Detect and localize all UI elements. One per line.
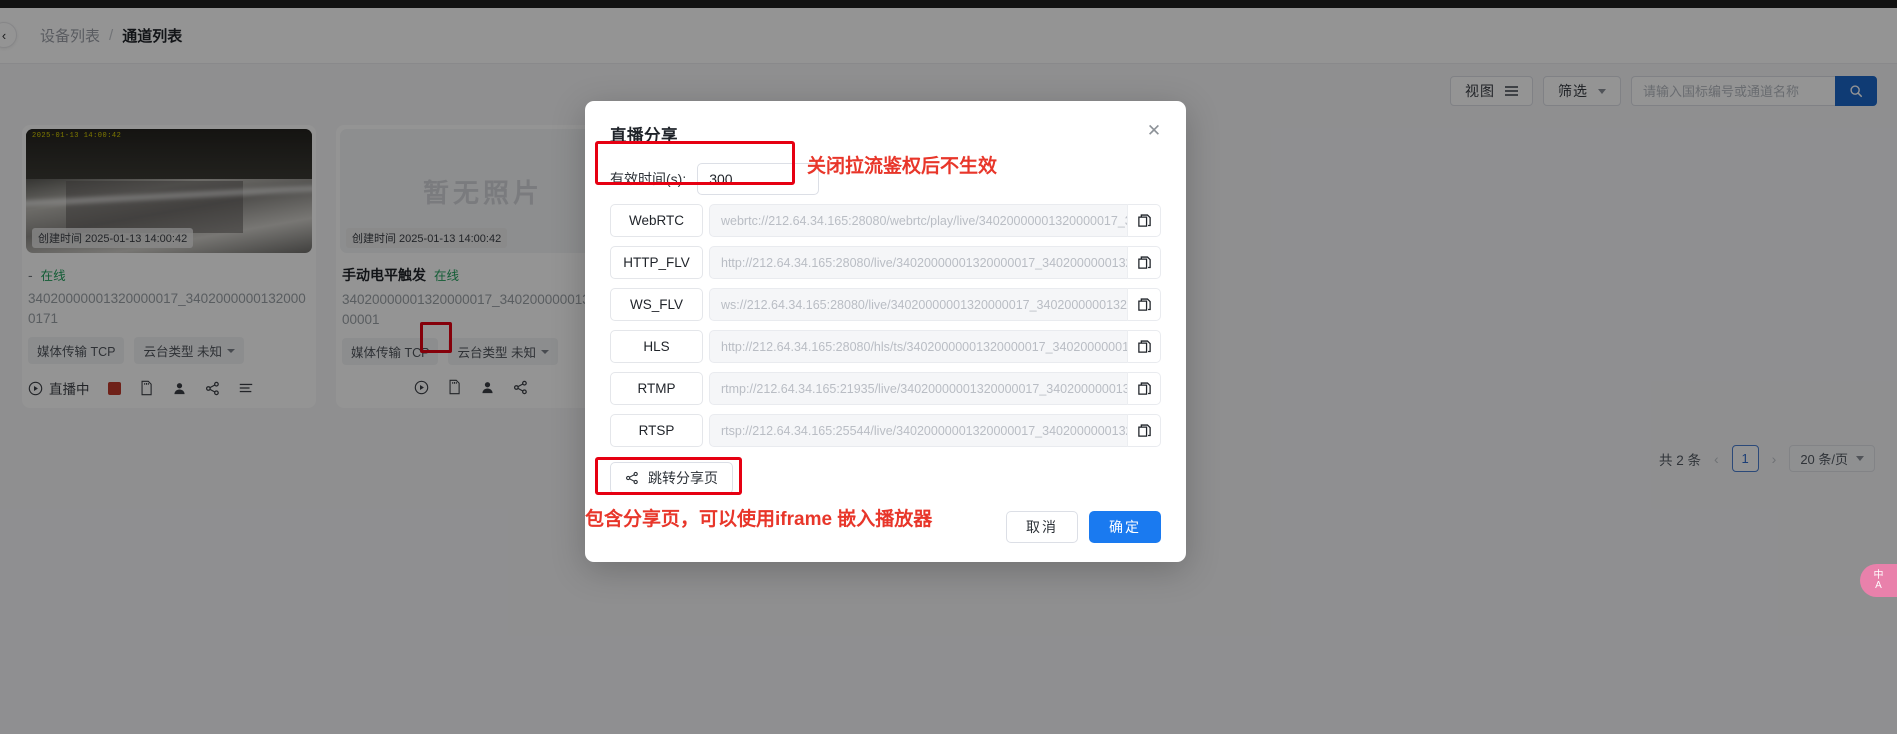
url-row: WebRTC webrtc://212.64.34.165:28080/webr… — [610, 204, 1161, 237]
url-value[interactable]: rtmp://212.64.34.165:21935/live/34020000… — [709, 372, 1127, 405]
copy-icon — [1137, 298, 1151, 311]
copy-icon — [1137, 214, 1151, 227]
goto-share-page-button[interactable]: 跳转分享页 — [610, 462, 733, 494]
dialog-title: 直播分享 — [610, 127, 678, 145]
ttl-input[interactable] — [697, 163, 820, 195]
protocol-label: HTTP_FLV — [610, 246, 703, 279]
protocol-label: RTSP — [610, 414, 703, 447]
annotation-note-ttl: 关闭拉流鉴权后不生效 — [807, 156, 998, 177]
confirm-button[interactable]: 确定 — [1089, 511, 1161, 543]
protocol-label: RTMP — [610, 372, 703, 405]
url-row: RTMP rtmp://212.64.34.165:21935/live/340… — [610, 372, 1161, 405]
annotation-note-share: 包含分享页，可以使用iframe 嵌入播放器 — [585, 509, 933, 530]
copy-button[interactable] — [1127, 288, 1161, 321]
copy-icon — [1137, 256, 1151, 269]
translate-widget[interactable]: 中 A — [1860, 564, 1897, 597]
translate-icon: 中 A — [1873, 569, 1884, 591]
live-share-dialog: 直播分享 ✕ 有效时间(s): WebRTC webrtc://212.64.3… — [585, 101, 1186, 562]
protocol-label: HLS — [610, 330, 703, 363]
copy-icon — [1137, 424, 1151, 437]
share-page-row: 跳转分享页 — [610, 462, 1161, 494]
url-row: WS_FLV ws://212.64.34.165:28080/live/340… — [610, 288, 1161, 321]
copy-button[interactable] — [1127, 330, 1161, 363]
copy-icon — [1137, 340, 1151, 353]
url-value[interactable]: ws://212.64.34.165:28080/live/3402000000… — [709, 288, 1127, 321]
url-row: RTSP rtsp://212.64.34.165:25544/live/340… — [610, 414, 1161, 447]
ttl-label: 有效时间(s): — [610, 171, 687, 187]
copy-button[interactable] — [1127, 372, 1161, 405]
copy-button[interactable] — [1127, 246, 1161, 279]
url-row: HTTP_FLV http://212.64.34.165:28080/live… — [610, 246, 1161, 279]
url-value[interactable]: http://212.64.34.165:28080/hls/ts/340200… — [709, 330, 1127, 363]
copy-button[interactable] — [1127, 204, 1161, 237]
protocol-label: WebRTC — [610, 204, 703, 237]
translate-bottom-char: A — [1875, 579, 1882, 591]
goto-share-page-label: 跳转分享页 — [648, 470, 718, 486]
share-icon — [626, 471, 638, 485]
copy-icon — [1137, 382, 1151, 395]
translate-top-char: 中 — [1873, 569, 1884, 581]
cancel-button[interactable]: 取消 — [1006, 511, 1078, 543]
url-row: HLS http://212.64.34.165:28080/hls/ts/34… — [610, 330, 1161, 363]
url-value[interactable]: rtsp://212.64.34.165:25544/live/34020000… — [709, 414, 1127, 447]
url-value[interactable]: webrtc://212.64.34.165:28080/webrtc/play… — [709, 204, 1127, 237]
url-value[interactable]: http://212.64.34.165:28080/live/34020000… — [709, 246, 1127, 279]
close-icon[interactable]: ✕ — [1144, 121, 1164, 141]
protocol-label: WS_FLV — [610, 288, 703, 321]
copy-button[interactable] — [1127, 414, 1161, 447]
